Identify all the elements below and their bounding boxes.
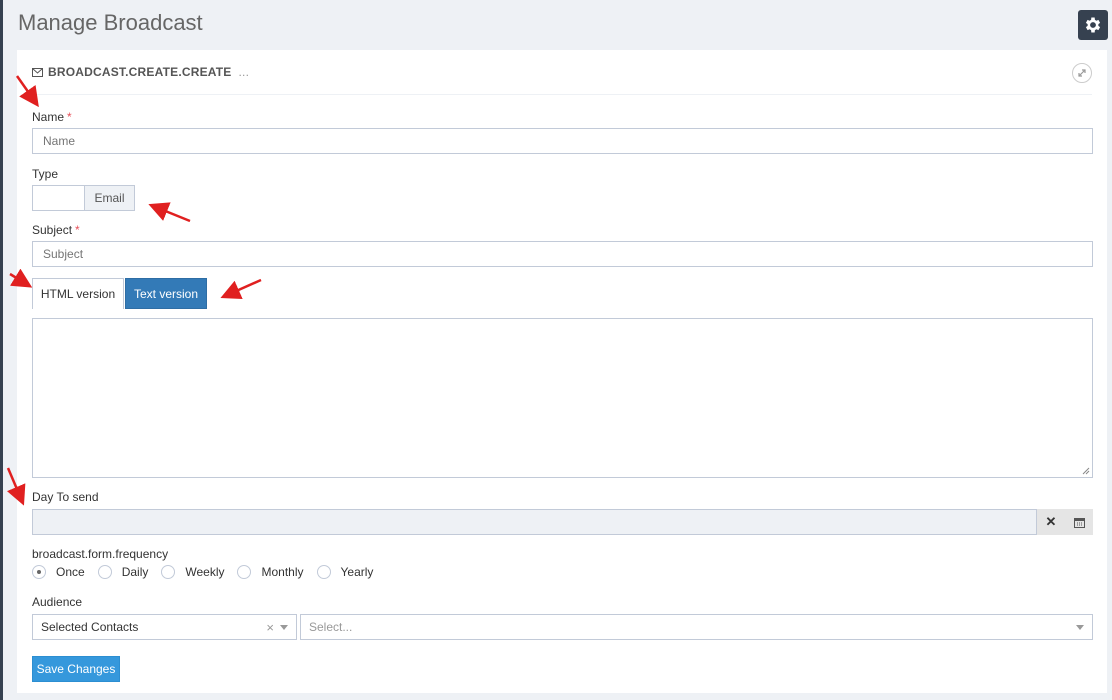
annotation-arrow <box>6 467 26 506</box>
annotation-arrow <box>9 268 33 288</box>
annotation-arrow <box>148 202 191 223</box>
annotation-arrows <box>6 75 262 506</box>
annotation-arrow <box>220 278 262 300</box>
annotation-arrow <box>15 75 39 108</box>
